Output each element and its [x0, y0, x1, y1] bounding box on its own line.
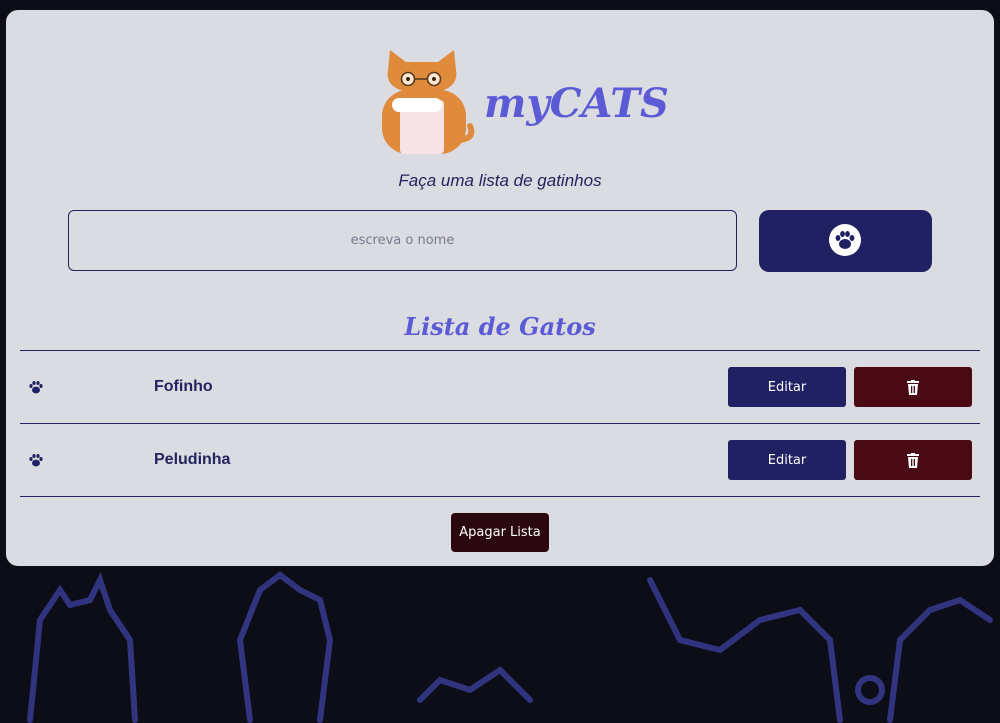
cat-logo-icon: [382, 50, 475, 154]
paw-icon: [829, 224, 861, 256]
list-item: Fofinho Editar: [20, 351, 980, 423]
trash-icon: [907, 453, 919, 468]
edit-button[interactable]: Editar: [728, 367, 846, 407]
clear-list-button[interactable]: Apagar Lista: [451, 513, 549, 552]
brand-title: myCATS: [484, 80, 669, 127]
delete-button[interactable]: [854, 367, 972, 407]
paw-icon: [29, 454, 43, 467]
trash-icon: [907, 380, 919, 395]
paw-icon: [29, 381, 43, 394]
edit-button[interactable]: Editar: [728, 440, 846, 480]
list-title: Lista de Gatos: [404, 312, 596, 341]
page-subtitle: Faça uma lista de gatinhos: [398, 171, 602, 190]
main-card: myCATS Faça uma lista de gatinhos Lista …: [6, 10, 994, 566]
divider: [20, 496, 980, 497]
list-item: Peludinha Editar: [20, 424, 980, 496]
delete-button[interactable]: [854, 440, 972, 480]
app-logo: myCATS: [378, 48, 669, 160]
cat-name-input[interactable]: [68, 210, 737, 271]
cat-name: Peludinha: [154, 451, 231, 468]
cat-name: Fofinho: [154, 378, 213, 395]
add-cat-button[interactable]: [759, 210, 932, 272]
